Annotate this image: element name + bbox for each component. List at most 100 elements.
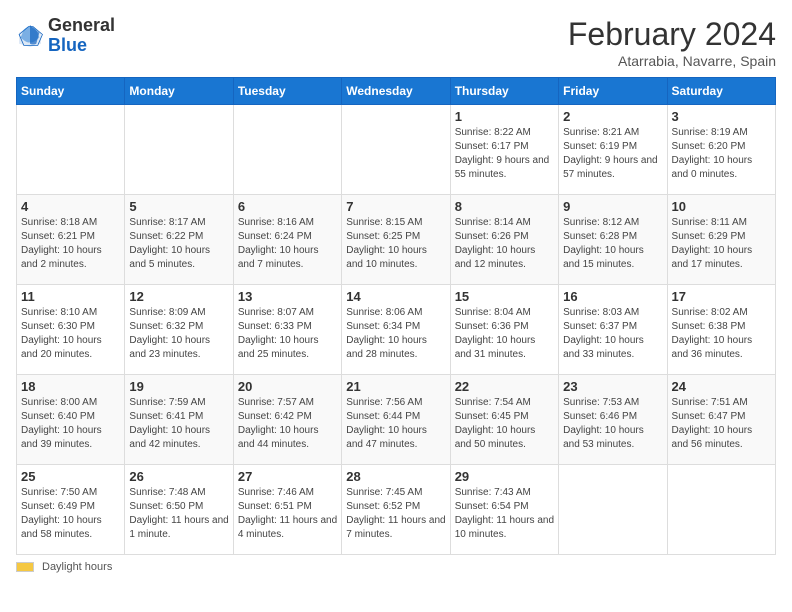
calendar-cell: 20 Sunrise: 7:57 AM Sunset: 6:42 PM Dayli… bbox=[233, 375, 341, 465]
logo-text: General Blue bbox=[48, 16, 115, 56]
calendar-cell: 29 Sunrise: 7:43 AM Sunset: 6:54 PM Dayli… bbox=[450, 465, 558, 555]
day-number: 29 bbox=[455, 469, 554, 484]
day-number: 15 bbox=[455, 289, 554, 304]
day-number: 9 bbox=[563, 199, 662, 214]
calendar-cell: 8 Sunrise: 8:14 AM Sunset: 6:26 PM Daylig… bbox=[450, 195, 558, 285]
day-info: Sunrise: 8:10 AM Sunset: 6:30 PM Dayligh… bbox=[21, 306, 120, 362]
calendar-cell bbox=[342, 105, 450, 195]
day-number: 13 bbox=[238, 289, 337, 304]
day-number: 26 bbox=[129, 469, 228, 484]
daylight-bar-icon bbox=[16, 562, 34, 572]
calendar-cell: 2 Sunrise: 8:21 AM Sunset: 6:19 PM Daylig… bbox=[559, 105, 667, 195]
day-info: Sunrise: 7:54 AM Sunset: 6:45 PM Dayligh… bbox=[455, 396, 554, 452]
col-header-monday: Monday bbox=[125, 78, 233, 105]
location-label: Atarrabia, Navarre, Spain bbox=[568, 53, 776, 69]
day-info: Sunrise: 8:11 AM Sunset: 6:29 PM Dayligh… bbox=[672, 216, 771, 272]
calendar-cell: 17 Sunrise: 8:02 AM Sunset: 6:38 PM Dayli… bbox=[667, 285, 775, 375]
calendar-week-row: 1Sunrise: 8:22 AM Sunset: 6:17 PM Daylig… bbox=[17, 105, 776, 195]
day-info: Sunrise: 7:43 AM Sunset: 6:54 PM Dayligh… bbox=[455, 486, 554, 542]
day-number: 28 bbox=[346, 469, 445, 484]
calendar-cell: 21Sunrise: 7:56 AM Sunset: 6:44 PM Dayli… bbox=[342, 375, 450, 465]
calendar-cell: 28 Sunrise: 7:45 AM Sunset: 6:52 PM Dayli… bbox=[342, 465, 450, 555]
col-header-sunday: Sunday bbox=[17, 78, 125, 105]
day-info: Sunrise: 7:45 AM Sunset: 6:52 PM Dayligh… bbox=[346, 486, 445, 542]
title-area: February 2024 Atarrabia, Navarre, Spain bbox=[568, 16, 776, 69]
calendar-cell: 1Sunrise: 8:22 AM Sunset: 6:17 PM Daylig… bbox=[450, 105, 558, 195]
day-info: Sunrise: 8:06 AM Sunset: 6:34 PM Dayligh… bbox=[346, 306, 445, 362]
day-number: 12 bbox=[129, 289, 228, 304]
col-header-tuesday: Tuesday bbox=[233, 78, 341, 105]
day-info: Sunrise: 8:04 AM Sunset: 6:36 PM Dayligh… bbox=[455, 306, 554, 362]
day-number: 27 bbox=[238, 469, 337, 484]
calendar-cell: 16Sunrise: 8:03 AM Sunset: 6:37 PM Dayli… bbox=[559, 285, 667, 375]
calendar-table: SundayMondayTuesdayWednesdayThursdayFrid… bbox=[16, 77, 776, 555]
day-info: Sunrise: 7:50 AM Sunset: 6:49 PM Dayligh… bbox=[21, 486, 120, 542]
day-info: Sunrise: 7:48 AM Sunset: 6:50 PM Dayligh… bbox=[129, 486, 228, 542]
day-info: Sunrise: 8:07 AM Sunset: 6:33 PM Dayligh… bbox=[238, 306, 337, 362]
day-info: Sunrise: 8:21 AM Sunset: 6:19 PM Dayligh… bbox=[563, 126, 662, 182]
day-number: 19 bbox=[129, 379, 228, 394]
calendar-cell bbox=[559, 465, 667, 555]
col-header-thursday: Thursday bbox=[450, 78, 558, 105]
calendar-cell: 5 Sunrise: 8:17 AM Sunset: 6:22 PM Daylig… bbox=[125, 195, 233, 285]
calendar-cell: 6Sunrise: 8:16 AM Sunset: 6:24 PM Daylig… bbox=[233, 195, 341, 285]
calendar-cell: 25 Sunrise: 7:50 AM Sunset: 6:49 PM Dayli… bbox=[17, 465, 125, 555]
calendar-cell bbox=[125, 105, 233, 195]
day-number: 24 bbox=[672, 379, 771, 394]
calendar-cell: 13 Sunrise: 8:07 AM Sunset: 6:33 PM Dayli… bbox=[233, 285, 341, 375]
day-number: 18 bbox=[21, 379, 120, 394]
day-info: Sunrise: 8:15 AM Sunset: 6:25 PM Dayligh… bbox=[346, 216, 445, 272]
calendar-week-row: 11Sunrise: 8:10 AM Sunset: 6:30 PM Dayli… bbox=[17, 285, 776, 375]
calendar-week-row: 18Sunrise: 8:00 AM Sunset: 6:40 PM Dayli… bbox=[17, 375, 776, 465]
calendar-week-row: 25 Sunrise: 7:50 AM Sunset: 6:49 PM Dayli… bbox=[17, 465, 776, 555]
daylight-label: Daylight hours bbox=[42, 561, 112, 573]
calendar-cell: 23Sunrise: 7:53 AM Sunset: 6:46 PM Dayli… bbox=[559, 375, 667, 465]
day-info: Sunrise: 7:46 AM Sunset: 6:51 PM Dayligh… bbox=[238, 486, 337, 542]
day-number: 20 bbox=[238, 379, 337, 394]
calendar-cell: 10Sunrise: 8:11 AM Sunset: 6:29 PM Dayli… bbox=[667, 195, 775, 285]
day-info: Sunrise: 8:03 AM Sunset: 6:37 PM Dayligh… bbox=[563, 306, 662, 362]
day-number: 6 bbox=[238, 199, 337, 214]
day-number: 14 bbox=[346, 289, 445, 304]
day-number: 4 bbox=[21, 199, 120, 214]
generalblue-logo-icon bbox=[16, 22, 44, 50]
col-header-wednesday: Wednesday bbox=[342, 78, 450, 105]
logo: General Blue bbox=[16, 16, 115, 56]
footer: Daylight hours bbox=[16, 561, 776, 573]
day-info: Sunrise: 8:22 AM Sunset: 6:17 PM Dayligh… bbox=[455, 126, 554, 182]
day-info: Sunrise: 7:57 AM Sunset: 6:42 PM Dayligh… bbox=[238, 396, 337, 452]
col-header-saturday: Saturday bbox=[667, 78, 775, 105]
col-header-friday: Friday bbox=[559, 78, 667, 105]
calendar-cell bbox=[233, 105, 341, 195]
calendar-cell: 19 Sunrise: 7:59 AM Sunset: 6:41 PM Dayli… bbox=[125, 375, 233, 465]
day-info: Sunrise: 8:09 AM Sunset: 6:32 PM Dayligh… bbox=[129, 306, 228, 362]
day-info: Sunrise: 8:02 AM Sunset: 6:38 PM Dayligh… bbox=[672, 306, 771, 362]
calendar-cell: 3 Sunrise: 8:19 AM Sunset: 6:20 PM Daylig… bbox=[667, 105, 775, 195]
day-number: 25 bbox=[21, 469, 120, 484]
day-number: 17 bbox=[672, 289, 771, 304]
calendar-week-row: 4Sunrise: 8:18 AM Sunset: 6:21 PM Daylig… bbox=[17, 195, 776, 285]
day-info: Sunrise: 7:59 AM Sunset: 6:41 PM Dayligh… bbox=[129, 396, 228, 452]
day-number: 5 bbox=[129, 199, 228, 214]
day-info: Sunrise: 7:51 AM Sunset: 6:47 PM Dayligh… bbox=[672, 396, 771, 452]
calendar-cell: 27 Sunrise: 7:46 AM Sunset: 6:51 PM Dayli… bbox=[233, 465, 341, 555]
day-info: Sunrise: 8:17 AM Sunset: 6:22 PM Dayligh… bbox=[129, 216, 228, 272]
day-info: Sunrise: 8:14 AM Sunset: 6:26 PM Dayligh… bbox=[455, 216, 554, 272]
day-number: 8 bbox=[455, 199, 554, 214]
month-year-title: February 2024 bbox=[568, 16, 776, 53]
day-number: 3 bbox=[672, 109, 771, 124]
day-number: 21 bbox=[346, 379, 445, 394]
calendar-cell bbox=[17, 105, 125, 195]
calendar-cell bbox=[667, 465, 775, 555]
calendar-cell: 7Sunrise: 8:15 AM Sunset: 6:25 PM Daylig… bbox=[342, 195, 450, 285]
calendar-cell: 18Sunrise: 8:00 AM Sunset: 6:40 PM Dayli… bbox=[17, 375, 125, 465]
day-number: 2 bbox=[563, 109, 662, 124]
day-number: 22 bbox=[455, 379, 554, 394]
calendar-cell: 11Sunrise: 8:10 AM Sunset: 6:30 PM Dayli… bbox=[17, 285, 125, 375]
day-number: 23 bbox=[563, 379, 662, 394]
calendar-cell: 14 Sunrise: 8:06 AM Sunset: 6:34 PM Dayli… bbox=[342, 285, 450, 375]
day-info: Sunrise: 8:19 AM Sunset: 6:20 PM Dayligh… bbox=[672, 126, 771, 182]
calendar-cell: 26 Sunrise: 7:48 AM Sunset: 6:50 PM Dayli… bbox=[125, 465, 233, 555]
calendar-cell: 22 Sunrise: 7:54 AM Sunset: 6:45 PM Dayli… bbox=[450, 375, 558, 465]
calendar-cell: 9Sunrise: 8:12 AM Sunset: 6:28 PM Daylig… bbox=[559, 195, 667, 285]
